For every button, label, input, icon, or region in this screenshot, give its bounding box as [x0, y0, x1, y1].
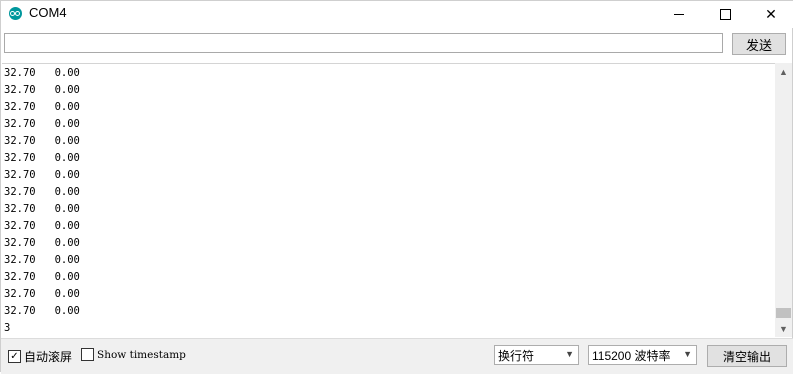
output-line: 32.70 0.00: [4, 84, 80, 96]
chevron-down-icon: ▼: [683, 349, 692, 359]
timestamp-label: Show timestamp: [97, 348, 186, 361]
autoscroll-checkbox[interactable]: ✓ 自动滚屏: [8, 348, 72, 365]
bottom-bar: ✓ 自动滚屏 Show timestamp 换行符 ▼ 115200 波特率 ▼…: [1, 338, 793, 374]
maximize-icon: [719, 9, 731, 20]
serial-output: 32.70 0.00 32.70 0.00 32.70 0.00 32.70 0.00…: [2, 63, 775, 338]
baud-rate-select[interactable]: 115200 波特率 ▼: [588, 345, 697, 365]
output-line: 32.70 0.00: [4, 271, 80, 283]
window-title: COM4: [29, 5, 67, 20]
line-ending-value: 换行符: [498, 348, 535, 363]
output-line: 3: [4, 322, 11, 334]
minimize-icon: [674, 14, 684, 15]
output-line: 32.70 0.00: [4, 254, 80, 266]
checkbox-unchecked-icon[interactable]: [81, 348, 94, 361]
vertical-scrollbar[interactable]: ▲ ▼: [775, 63, 792, 337]
arduino-icon: [9, 7, 22, 20]
baud-rate-value: 115200 波特率: [592, 348, 671, 363]
output-line: 32.70 0.00: [4, 220, 80, 232]
output-line: 32.70 0.00: [4, 237, 80, 249]
send-input[interactable]: [4, 33, 723, 53]
chevron-down-icon: ▼: [565, 349, 574, 359]
timestamp-checkbox[interactable]: Show timestamp: [81, 348, 186, 361]
autoscroll-label: 自动滚屏: [24, 350, 73, 364]
scroll-up-icon[interactable]: ▲: [775, 63, 792, 80]
output-line: 32.70 0.00: [4, 186, 80, 198]
close-button[interactable]: ✕: [748, 1, 793, 28]
maximize-button[interactable]: [702, 1, 748, 28]
output-line: 32.70 0.00: [4, 152, 80, 164]
scrollbar-thumb[interactable]: [776, 308, 791, 318]
output-line: 32.70 0.00: [4, 67, 80, 79]
send-button[interactable]: 发送: [732, 33, 786, 55]
output-line: 32.70 0.00: [4, 135, 80, 147]
close-icon: ✕: [765, 6, 777, 22]
output-line: 32.70 0.00: [4, 101, 80, 113]
minimize-button[interactable]: [656, 1, 702, 28]
clear-output-button[interactable]: 清空输出: [707, 345, 787, 367]
output-line: 32.70 0.00: [4, 203, 80, 215]
output-line: 32.70 0.00: [4, 118, 80, 130]
output-line: 32.70 0.00: [4, 169, 80, 181]
title-bar: COM4 ✕: [1, 1, 793, 28]
checkbox-checked-icon[interactable]: ✓: [8, 350, 21, 363]
line-ending-select[interactable]: 换行符 ▼: [494, 345, 579, 365]
output-line: 32.70 0.00: [4, 288, 80, 300]
scroll-down-icon[interactable]: ▼: [775, 320, 792, 337]
output-line: 32.70 0.00: [4, 305, 80, 317]
